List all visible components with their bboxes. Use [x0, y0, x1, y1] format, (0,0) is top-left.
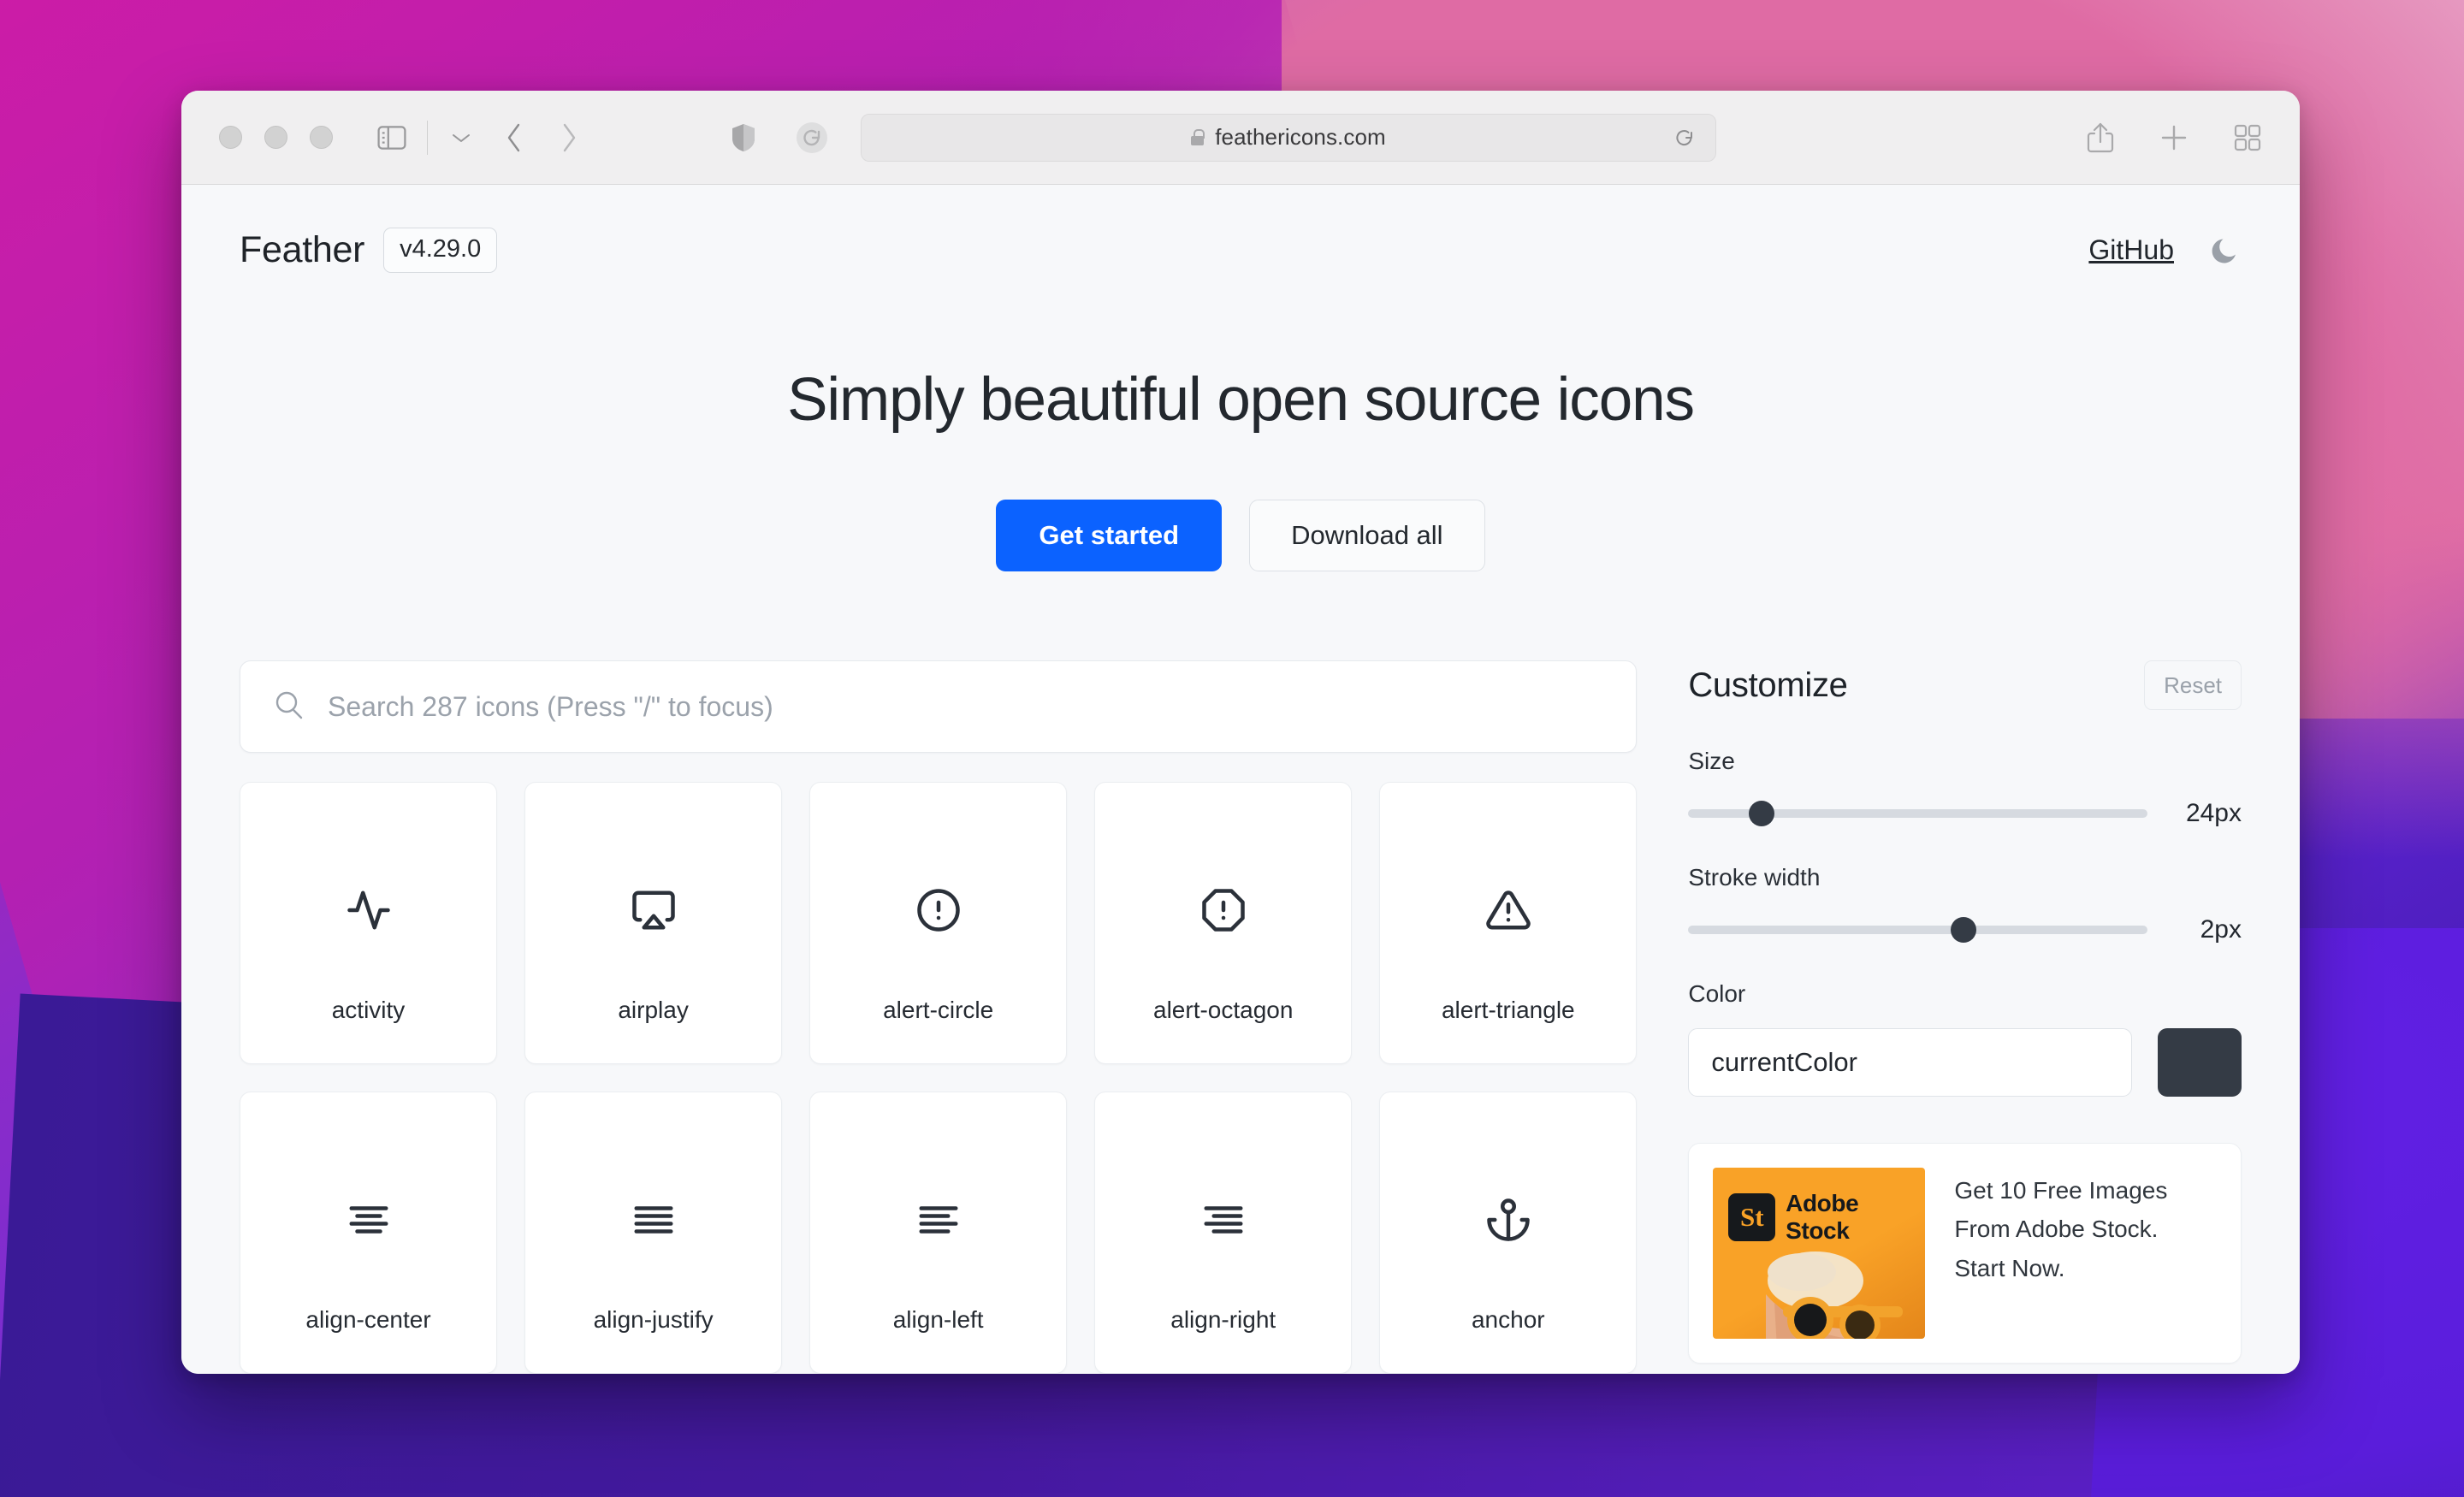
download-all-button[interactable]: Download all [1249, 500, 1485, 571]
adobe-stock-badge: St [1728, 1193, 1776, 1241]
traffic-lights [219, 126, 333, 149]
icon-label: alert-octagon [1153, 997, 1294, 1023]
ad-copy: Get 10 Free Images From Adobe Stock. Sta… [1954, 1168, 2167, 1339]
hero-buttons: Get started Download all [181, 500, 2300, 571]
icon-label: alert-triangle [1441, 997, 1575, 1023]
airplay-icon [631, 822, 677, 933]
toolbar-divider [427, 120, 428, 155]
alert-circle-icon [915, 822, 962, 933]
size-slider-knob[interactable] [1749, 801, 1775, 826]
icon-card-align-right[interactable]: align-right [1094, 1092, 1353, 1374]
icon-card-alert-octagon[interactable]: alert-octagon [1094, 782, 1353, 1064]
hero-headline: Simply beautiful open source icons [787, 366, 1695, 434]
toolbar-right-buttons [2086, 121, 2262, 154]
size-value: 24px [2185, 799, 2242, 827]
align-right-icon [1200, 1132, 1247, 1243]
size-field: Size 24px [1688, 748, 2242, 828]
color-label: Color [1688, 980, 1746, 1007]
stroke-width-value: 2px [2200, 915, 2242, 944]
address-bar[interactable]: feathericons.com [861, 113, 1716, 162]
page-content: Feather v4.29.0 GitHub Simply beautiful … [181, 185, 2300, 1374]
search-icon [273, 689, 305, 725]
customize-title: Customize [1688, 666, 1848, 704]
icon-card-activity[interactable]: activity [240, 782, 498, 1064]
icon-card-alert-circle[interactable]: alert-circle [809, 782, 1068, 1064]
icon-label: align-left [892, 1306, 984, 1333]
reset-button[interactable]: Reset [2144, 660, 2242, 710]
color-value-input[interactable]: currentColor [1688, 1028, 2132, 1097]
ad-photo-person [1766, 1251, 1904, 1339]
reload-icon[interactable] [796, 121, 828, 154]
icon-label: airplay [618, 997, 689, 1023]
advertisement-card[interactable]: St Adobe Stock Get 10 Free Images From A… [1688, 1143, 2242, 1364]
icon-label: align-right [1170, 1306, 1276, 1333]
color-swatch[interactable] [2158, 1028, 2242, 1097]
stroke-width-label: Stroke width [1688, 864, 1821, 891]
tab-overview-icon[interactable] [2233, 123, 2262, 152]
icon-label: align-justify [593, 1306, 714, 1333]
anchor-icon [1485, 1132, 1531, 1243]
close-window-button[interactable] [219, 126, 242, 149]
site-header: Feather v4.29.0 GitHub [181, 185, 2300, 273]
back-arrow-icon[interactable] [505, 121, 524, 154]
ad-thumbnail: St Adobe Stock [1713, 1168, 1926, 1339]
icon-card-anchor[interactable]: anchor [1379, 1092, 1638, 1374]
customize-panel: Customize Reset Size 24px Stroke width 2… [1688, 660, 2242, 1374]
toolbar-extras [731, 121, 828, 154]
icon-card-alert-triangle[interactable]: alert-triangle [1379, 782, 1638, 1064]
icon-card-align-center[interactable]: align-center [240, 1092, 498, 1374]
customize-header: Customize Reset [1688, 660, 2242, 710]
adobe-stock-brand: Adobe Stock [1786, 1190, 1859, 1244]
align-center-icon [346, 1132, 392, 1243]
url-text: feathericons.com [1215, 124, 1386, 150]
size-slider[interactable] [1688, 801, 2147, 826]
page-reload-icon[interactable] [1673, 126, 1697, 150]
ad-line-1: Get 10 Free Images [1954, 1177, 2168, 1204]
browser-toolbar: feathericons.com [181, 91, 2300, 185]
get-started-button[interactable]: Get started [996, 500, 1223, 571]
stroke-width-slider[interactable] [1688, 917, 2147, 943]
icon-label: alert-circle [883, 997, 994, 1023]
github-link[interactable]: GitHub [2088, 234, 2174, 266]
ad-line-3: Start Now. [1954, 1254, 2065, 1281]
alert-triangle-icon [1485, 822, 1531, 933]
hero-section: Simply beautiful open source icons Get s… [181, 365, 2300, 571]
stroke-field: Stroke width 2px [1688, 864, 2242, 944]
icons-column: Search 287 icons (Press "/" to focus) ac… [240, 660, 1638, 1374]
zoom-window-button[interactable] [310, 126, 333, 149]
lock-icon [1191, 129, 1205, 145]
share-icon[interactable] [2086, 121, 2115, 154]
icon-label: activity [331, 997, 406, 1023]
forward-arrow-icon[interactable] [560, 121, 578, 154]
sidebar-icon[interactable] [377, 125, 406, 150]
activity-icon [346, 822, 392, 933]
alert-octagon-icon [1200, 822, 1247, 933]
privacy-shield-icon[interactable] [731, 122, 756, 153]
adobe-stock-logo: St Adobe Stock [1728, 1190, 1925, 1245]
color-field: Color currentColor [1688, 980, 2242, 1097]
icon-label: align-center [305, 1306, 431, 1333]
search-input[interactable]: Search 287 icons (Press "/" to focus) [240, 660, 1638, 753]
site-header-right: GitHub [2088, 234, 2242, 266]
icon-grid: activity airplay alert-circle alert-octa… [240, 782, 1638, 1374]
icon-card-airplay[interactable]: airplay [524, 782, 783, 1064]
search-placeholder: Search 287 icons (Press "/" to focus) [328, 690, 773, 722]
minimize-window-button[interactable] [264, 126, 287, 149]
main-area: Search 287 icons (Press "/" to focus) ac… [181, 660, 2300, 1374]
icon-label: anchor [1471, 1306, 1545, 1333]
page-title: Feather [240, 229, 365, 270]
align-justify-icon [631, 1132, 677, 1243]
align-left-icon [915, 1132, 962, 1243]
ad-line-2: From Adobe Stock. [1954, 1216, 2159, 1243]
browser-window: feathericons.com Feather v4.29.0 GitHub … [181, 91, 2300, 1374]
icon-card-align-left[interactable]: align-left [809, 1092, 1068, 1374]
size-label: Size [1688, 748, 1735, 774]
plus-icon[interactable] [2159, 123, 2189, 152]
chevron-down-icon[interactable] [450, 131, 472, 145]
icon-card-align-justify[interactable]: align-justify [524, 1092, 783, 1374]
stroke-slider-knob[interactable] [1951, 917, 1977, 943]
version-badge: v4.29.0 [383, 228, 498, 273]
moon-icon[interactable] [2210, 234, 2242, 266]
navigation-buttons [505, 121, 578, 154]
